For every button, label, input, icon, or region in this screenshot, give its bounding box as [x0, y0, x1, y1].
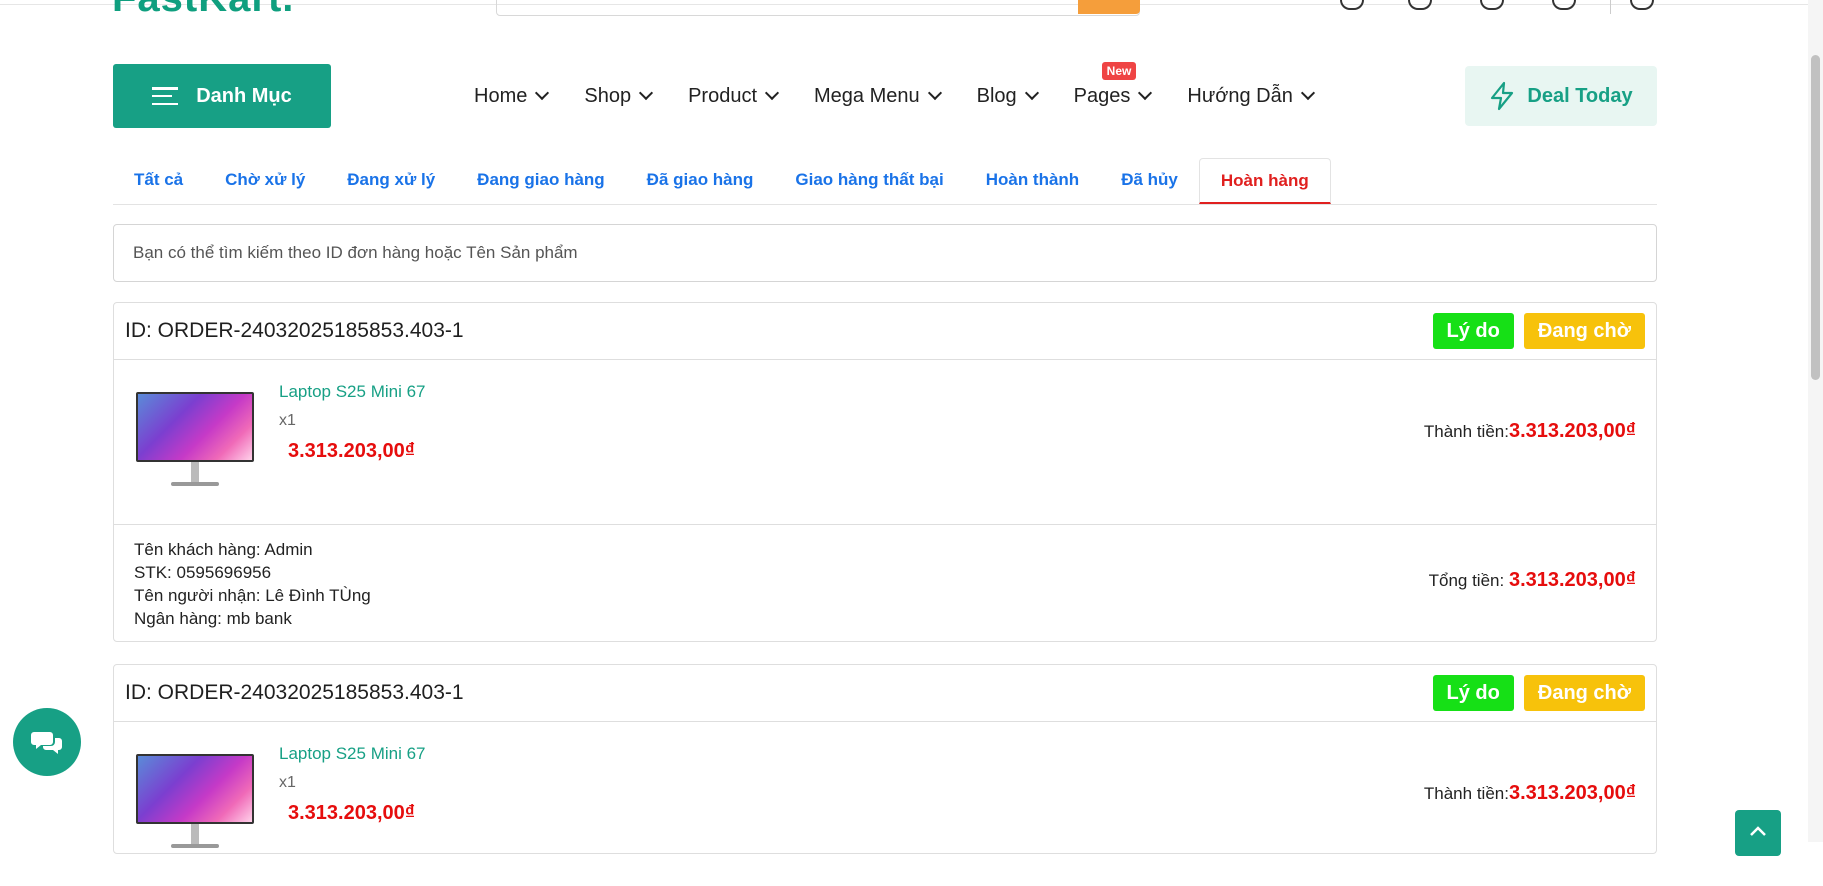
- chat-icon: [31, 732, 62, 754]
- order-id: ID: ORDER-24032025185853.403-1: [125, 319, 464, 342]
- tab-processing[interactable]: Đang xử lý: [326, 158, 456, 204]
- lightning-icon: [1491, 81, 1514, 111]
- order-card-header: ID: ORDER-24032025185853.403-1 Lý do Đan…: [114, 665, 1656, 722]
- nav-label: Home: [474, 84, 528, 107]
- deal-today-button[interactable]: Deal Today: [1465, 66, 1657, 126]
- tab-delivery-failed[interactable]: Giao hàng thất bại: [774, 158, 964, 204]
- nav-label: Hướng Dẫn: [1187, 84, 1293, 107]
- subtotal-label: Thành tiền:: [1423, 422, 1509, 441]
- header-search-input[interactable]: [496, 0, 1140, 16]
- chevron-down-icon: [1300, 85, 1315, 101]
- tab-shipping[interactable]: Đang giao hàng: [456, 158, 626, 204]
- chevron-down-icon: [764, 85, 780, 101]
- nav-item-pages[interactable]: New Pages: [1073, 62, 1153, 112]
- header-search-button[interactable]: [1078, 0, 1140, 14]
- bank-name: Ngân hàng: mb bank: [134, 609, 292, 628]
- cart-icon[interactable]: [1552, 0, 1576, 10]
- subtotal-value: 3.313.203,00₫: [1508, 782, 1636, 804]
- order-card: ID: ORDER-24032025185853.403-1 Lý do Đan…: [113, 302, 1657, 642]
- nav-label: Mega Menu: [814, 84, 920, 107]
- phone-icon[interactable]: [1340, 0, 1364, 10]
- tab-pending[interactable]: Chờ xử lý: [204, 158, 326, 204]
- reason-button[interactable]: Lý do: [1432, 675, 1514, 711]
- nav-item-huong-dan[interactable]: Hướng Dẫn: [1187, 80, 1315, 112]
- product-image[interactable]: [136, 754, 254, 854]
- category-menu-button[interactable]: Danh Mục: [113, 64, 331, 128]
- order-id: ID: ORDER-24032025185853.403-1: [125, 681, 464, 704]
- notification-icon[interactable]: [1408, 0, 1432, 10]
- product-price: 3.313.203,00₫: [288, 440, 416, 462]
- nav-item-mega-menu[interactable]: Mega Menu: [814, 80, 942, 112]
- reason-button[interactable]: Lý do: [1432, 313, 1514, 349]
- new-badge: New: [1101, 62, 1137, 80]
- nav-item-home[interactable]: Home: [474, 80, 550, 112]
- product-quantity: x1: [279, 774, 296, 791]
- chevron-down-icon: [535, 85, 550, 101]
- scrollbar-thumb[interactable]: [1811, 55, 1820, 380]
- order-product-row: Laptop S25 Mini 67 x1 3.313.203,00₫ Thàn…: [114, 360, 1656, 525]
- back-to-top-button[interactable]: [1735, 810, 1781, 856]
- account-number: STK: 0595696956: [134, 563, 272, 582]
- logo[interactable]: FastKart.: [112, 0, 294, 18]
- product-name-link[interactable]: Laptop S25 Mini 67: [279, 744, 426, 764]
- nav-label: Product: [688, 84, 758, 107]
- order-refund-info: Tên khách hàng: Admin STK: 0595696956 Tê…: [114, 525, 1656, 641]
- order-search-placeholder: Bạn có thể tìm kiếm theo ID đơn hàng hoặ…: [133, 243, 578, 262]
- order-total: Tổng tiền: 3.313.203,00₫: [1429, 569, 1636, 592]
- wishlist-icon[interactable]: [1480, 0, 1504, 10]
- header-separator: [1610, 0, 1611, 14]
- subtotal: Thành tiền:3.313.203,00₫: [1424, 782, 1636, 805]
- chevron-down-icon: [1024, 85, 1039, 101]
- nav-label: Shop: [584, 84, 632, 107]
- nav-item-shop[interactable]: Shop: [584, 80, 654, 112]
- product-price: 3.313.203,00₫: [288, 802, 416, 824]
- tab-returned[interactable]: Hoàn hàng: [1198, 158, 1331, 204]
- product-image[interactable]: [136, 392, 254, 492]
- order-search-input[interactable]: Bạn có thể tìm kiếm theo ID đơn hàng hoặ…: [113, 224, 1657, 282]
- subtotal: Thành tiền:3.313.203,00₫: [1424, 420, 1636, 443]
- deal-today-label: Deal Today: [1527, 84, 1633, 107]
- user-icon[interactable]: [1630, 0, 1654, 10]
- nav-item-product[interactable]: Product: [688, 80, 780, 112]
- nav-label: Blog: [976, 84, 1017, 107]
- status-badge[interactable]: Đang chờ: [1523, 313, 1645, 349]
- total-label: Tổng tiền:: [1428, 571, 1505, 590]
- tab-delivered[interactable]: Đã giao hàng: [626, 158, 775, 204]
- total-value: 3.313.203,00₫: [1508, 569, 1636, 591]
- order-card-header: ID: ORDER-24032025185853.403-1 Lý do Đan…: [114, 303, 1656, 360]
- subtotal-label: Thành tiền:: [1423, 784, 1509, 803]
- tab-all[interactable]: Tất cả: [113, 158, 204, 204]
- main-navigation: Home Shop Product Mega Menu Blog New Page…: [474, 62, 1350, 112]
- customer-name: Tên khách hàng: Admin: [134, 540, 313, 559]
- subtotal-value: 3.313.203,00₫: [1508, 420, 1636, 442]
- tab-completed[interactable]: Hoàn thành: [965, 158, 1101, 204]
- menu-icon: [152, 87, 179, 105]
- product-name-link[interactable]: Laptop S25 Mini 67: [279, 382, 426, 402]
- order-card: ID: ORDER-24032025185853.403-1 Lý do Đan…: [113, 664, 1657, 854]
- tab-cancelled[interactable]: Đã hủy: [1100, 158, 1199, 204]
- nav-item-blog[interactable]: Blog: [976, 80, 1039, 112]
- chevron-down-icon: [1138, 85, 1153, 101]
- category-menu-label: Danh Mục: [196, 84, 292, 107]
- status-badge[interactable]: Đang chờ: [1523, 675, 1645, 711]
- recipient-name: Tên người nhận: Lê Đình TÙng: [134, 586, 371, 605]
- chevron-down-icon: [639, 85, 654, 101]
- order-product-row: Laptop S25 Mini 67 x1 3.313.203,00₫ Thàn…: [114, 722, 1656, 886]
- chevron-down-icon: [927, 85, 942, 101]
- chevron-up-icon: [1750, 826, 1766, 836]
- order-status-tabs: Tất cả Chờ xử lý Đang xử lý Đang giao hà…: [113, 158, 1657, 205]
- nav-label: Pages: [1073, 84, 1131, 107]
- product-quantity: x1: [279, 412, 296, 429]
- chat-button[interactable]: [13, 708, 81, 776]
